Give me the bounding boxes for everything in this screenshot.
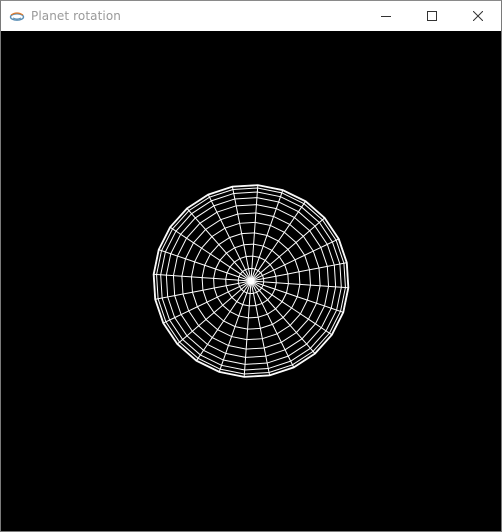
java-cup-icon[interactable] bbox=[9, 8, 25, 24]
maximize-button[interactable] bbox=[409, 1, 455, 31]
close-button[interactable] bbox=[455, 1, 501, 31]
window-title: Planet rotation bbox=[31, 9, 121, 23]
render-canvas[interactable] bbox=[1, 31, 501, 531]
app-window: Planet rotation bbox=[0, 0, 502, 532]
maximize-icon bbox=[427, 11, 437, 21]
window-controls bbox=[363, 1, 501, 31]
close-icon bbox=[473, 11, 483, 21]
minimize-button[interactable] bbox=[363, 1, 409, 31]
wireframe-sphere bbox=[152, 184, 350, 378]
title-bar[interactable]: Planet rotation bbox=[1, 1, 501, 31]
minimize-icon bbox=[381, 11, 391, 21]
